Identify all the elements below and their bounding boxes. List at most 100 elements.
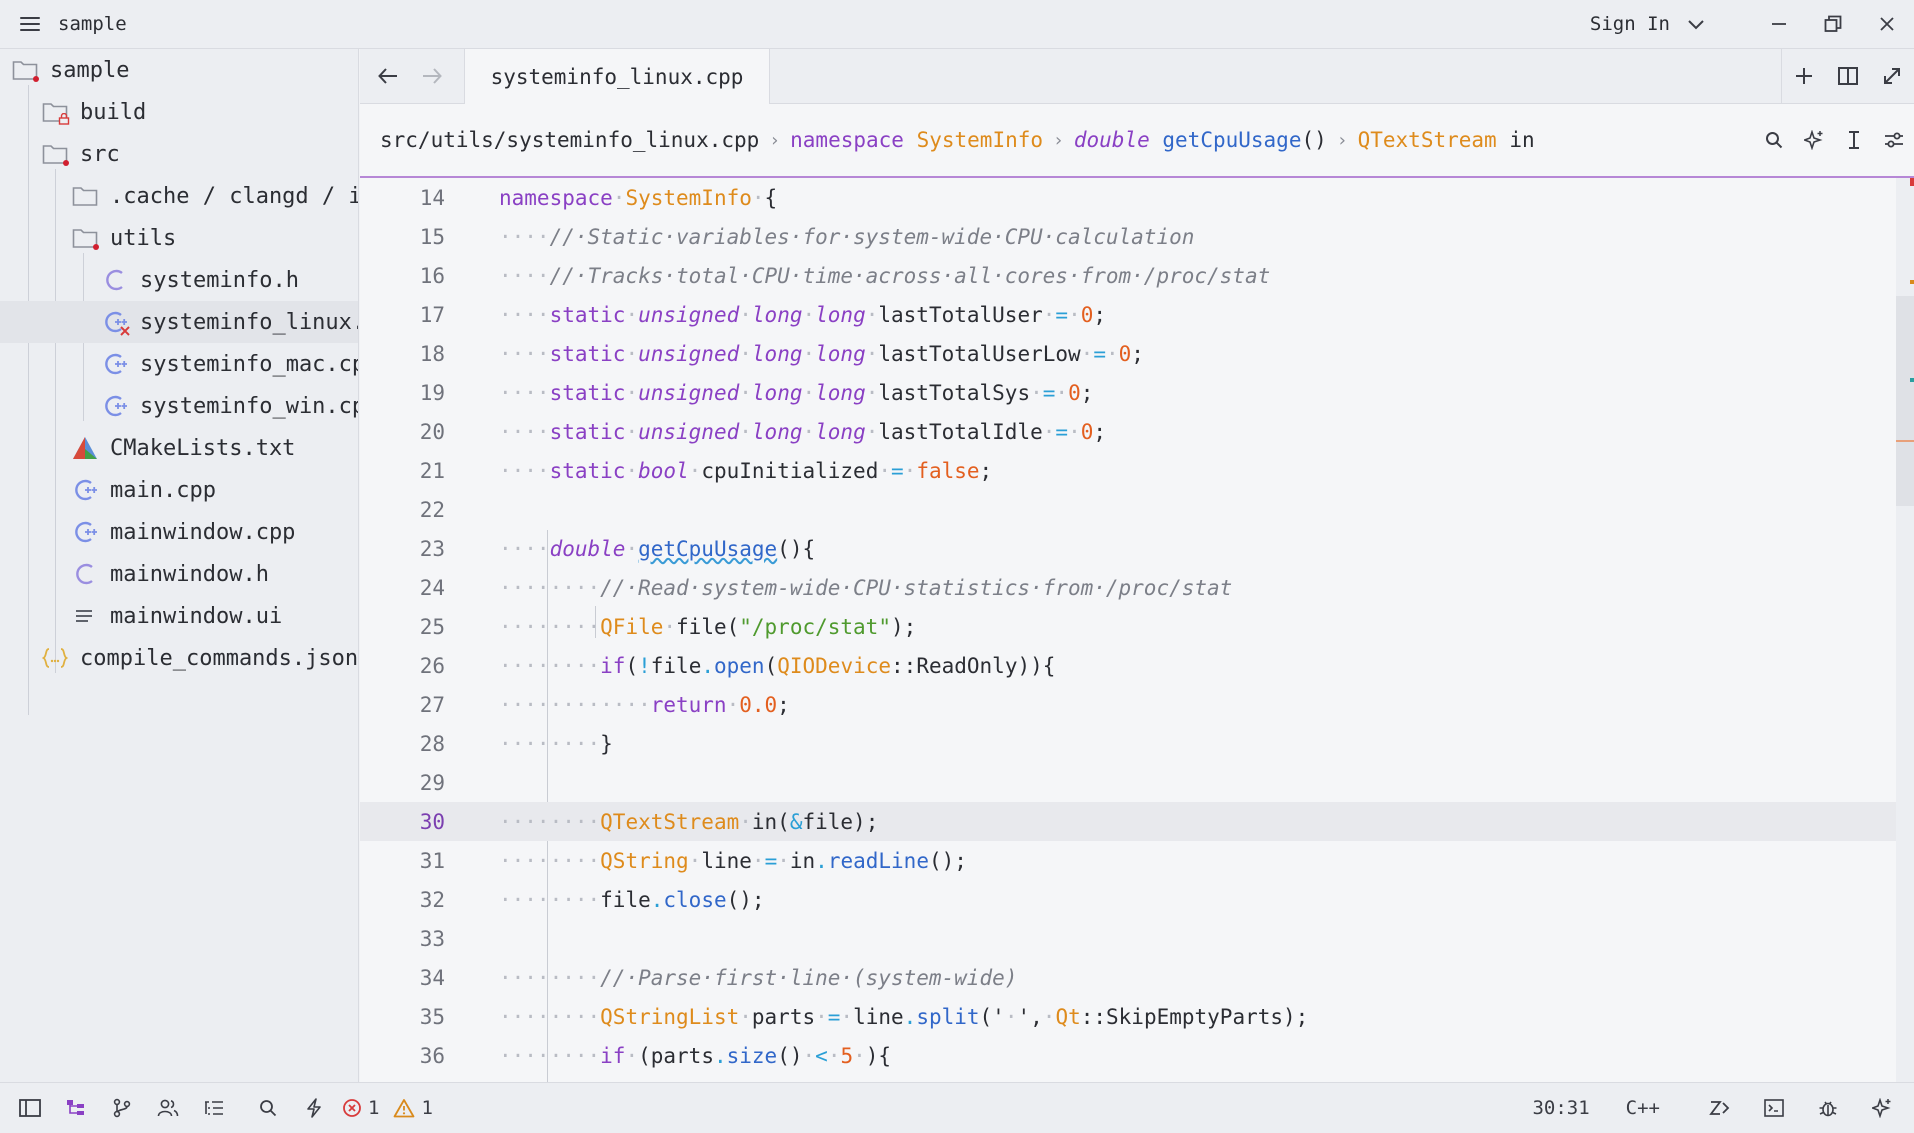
language-selector[interactable]: C++ (1626, 1097, 1660, 1119)
code-line[interactable]: 33 (360, 919, 1896, 958)
assistant-sparkle-icon[interactable] (1862, 1088, 1902, 1128)
tree-item[interactable]: sample (0, 49, 358, 91)
breadcrumb-namespace[interactable]: SystemInfo (917, 128, 1043, 152)
breadcrumb-namespace-keyword[interactable]: namespace (790, 128, 904, 152)
tree-item[interactable]: mainwindow.cpp (0, 511, 358, 553)
code-line[interactable]: 35 ········QStringList·parts·=·line.split… (360, 997, 1896, 1036)
code-token: parts (751, 1004, 816, 1029)
scroll-marker-error (1910, 178, 1914, 186)
code-line[interactable]: 30 ········QTextStream·in(&file); (360, 802, 1896, 841)
tree-item[interactable]: systeminfo.h (0, 259, 358, 301)
minimize-button[interactable] (1752, 0, 1806, 48)
code-line[interactable]: 34 ········//·Parse·first·line·(system-wi… (360, 958, 1896, 997)
folder-open-icon (10, 55, 40, 85)
tree-item[interactable]: main.cpp (0, 469, 358, 511)
code-line[interactable]: 21 ····static·bool·cpuInitialized·=·false… (360, 451, 1896, 490)
scrollbar-thumb[interactable] (1896, 296, 1914, 506)
close-button[interactable] (1860, 0, 1914, 48)
collaborators-icon[interactable] (148, 1088, 188, 1128)
sign-in-button[interactable]: Sign In (1590, 13, 1670, 35)
code-token: long (815, 419, 866, 444)
code-line[interactable]: 14 namespace·SystemInfo·{ (360, 178, 1896, 217)
tree-item[interactable]: build (0, 91, 358, 133)
code-line[interactable]: 29 (360, 763, 1896, 802)
code-line[interactable]: 26 ········if(!file.open(QIODevice::ReadO… (360, 646, 1896, 685)
code-text: ········} (499, 732, 613, 756)
plus-icon[interactable] (1782, 49, 1826, 103)
code-line[interactable]: 15 ····//·Static·variables·for·system-wid… (360, 217, 1896, 256)
code-token: false (916, 458, 980, 483)
lightning-icon[interactable] (294, 1088, 334, 1128)
code-token: · (802, 341, 816, 366)
breadcrumb-variable-type[interactable]: QTextStream (1358, 128, 1497, 152)
code-token: getCpuUsage (638, 536, 778, 561)
diagnostics-summary[interactable]: 1 1 (342, 1097, 433, 1119)
code-line[interactable]: 31 ········QString·line·=·in.readLine(); (360, 841, 1896, 880)
tree-item-label: systeminfo_linux.cpp (140, 309, 358, 335)
split-pane-icon[interactable] (1826, 49, 1870, 103)
code-token: · (802, 380, 816, 405)
cpp-file-icon (70, 517, 100, 547)
code-text: ····static·unsigned·long·long·lastTotalU… (499, 342, 1144, 366)
forward-arrow-icon[interactable] (404, 49, 460, 103)
tree-item[interactable]: compile_commands.json (0, 637, 358, 679)
code-token: 0 (1068, 380, 1081, 405)
tree-item[interactable]: utils (0, 217, 358, 259)
code-line[interactable]: 17 ····static·unsigned·long·long·lastTota… (360, 295, 1896, 334)
tree-item[interactable]: systeminfo_linux.cpp (0, 301, 358, 343)
title-bar: sample Sign In (0, 0, 1914, 49)
tab-systeminfo-linux[interactable]: systeminfo_linux.cpp (464, 49, 770, 104)
maximize-icon[interactable] (1870, 49, 1914, 103)
code-line[interactable]: 32 ········file.close(); (360, 880, 1896, 919)
breadcrumb-variable[interactable]: in (1509, 128, 1534, 152)
breadcrumb-function-type[interactable]: double (1074, 128, 1150, 152)
text-cursor-icon[interactable] (1834, 120, 1874, 160)
git-branch-icon[interactable] (102, 1088, 142, 1128)
sparkle-icon[interactable] (1794, 120, 1834, 160)
code-line[interactable]: 18 ····static·unsigned·long·long·lastTota… (360, 334, 1896, 373)
code-editor[interactable]: 14 namespace·SystemInfo·{15 ····//·Static·… (360, 178, 1914, 1082)
sliders-icon[interactable] (1874, 120, 1914, 160)
code-line[interactable]: 20 ····static·unsigned·long·long·lastTota… (360, 412, 1896, 451)
tree-item[interactable]: src (0, 133, 358, 175)
code-token: lastTotalIdle (878, 419, 1043, 444)
search-icon[interactable] (1754, 120, 1794, 160)
tree-item[interactable]: mainwindow.h (0, 553, 358, 595)
project-tree-icon[interactable] (56, 1088, 96, 1128)
debug-icon[interactable] (1808, 1088, 1848, 1128)
tree-item[interactable]: systeminfo_mac.cpp (0, 343, 358, 385)
terminal-icon[interactable] (1754, 1088, 1794, 1128)
code-line[interactable]: 19 ····static·unsigned·long·long·lastTota… (360, 373, 1896, 412)
outline-icon[interactable] (194, 1088, 234, 1128)
line-number: 33 (419, 926, 445, 951)
zed-predict-icon[interactable] (1700, 1088, 1740, 1128)
code-line[interactable]: 28 ········} (360, 724, 1896, 763)
code-line[interactable]: 23 ····double·getCpuUsage(){ (360, 529, 1896, 568)
code-line[interactable]: 36 ········if·(parts.size()·<·5·){ (360, 1036, 1896, 1075)
code-line[interactable]: 27 ············return·0.0; (360, 685, 1896, 724)
code-token: SystemInfo (625, 185, 752, 210)
scrollbar[interactable] (1896, 178, 1914, 1082)
code-token: · (751, 185, 765, 210)
code-line[interactable]: 24 ········//·Read·system-wide·CPU·statis… (360, 568, 1896, 607)
tree-item[interactable]: systeminfo_win.cpp (0, 385, 358, 427)
search-icon[interactable] (248, 1088, 288, 1128)
menu-icon[interactable] (20, 13, 42, 35)
tree-item-label: CMakeLists.txt (110, 435, 296, 461)
line-number: 35 (419, 1004, 445, 1029)
tree-item[interactable]: mainwindow.ui (0, 595, 358, 637)
breadcrumb-path[interactable]: src/utils/systeminfo_linux.cpp (380, 128, 759, 152)
code-line[interactable]: 22 (360, 490, 1896, 529)
code-line[interactable]: 25 ········QFile·file("/proc/stat"); (360, 607, 1896, 646)
code-token: size (726, 1043, 778, 1068)
code-line[interactable]: 16 ····//·Tracks·total·CPU·time·across·al… (360, 256, 1896, 295)
code-token: · (1004, 1004, 1018, 1029)
toggle-sidebar-icon[interactable] (10, 1088, 50, 1128)
project-name[interactable]: sample (58, 13, 127, 35)
breadcrumb-function[interactable]: getCpuUsage (1162, 128, 1301, 152)
cursor-position[interactable]: 30:31 (1532, 1097, 1589, 1119)
chevron-down-icon[interactable] (1688, 15, 1704, 34)
restore-button[interactable] (1806, 0, 1860, 48)
tree-item[interactable]: CMakeLists.txt (0, 427, 358, 469)
tree-item[interactable]: .cache / clangd / index (0, 175, 358, 217)
